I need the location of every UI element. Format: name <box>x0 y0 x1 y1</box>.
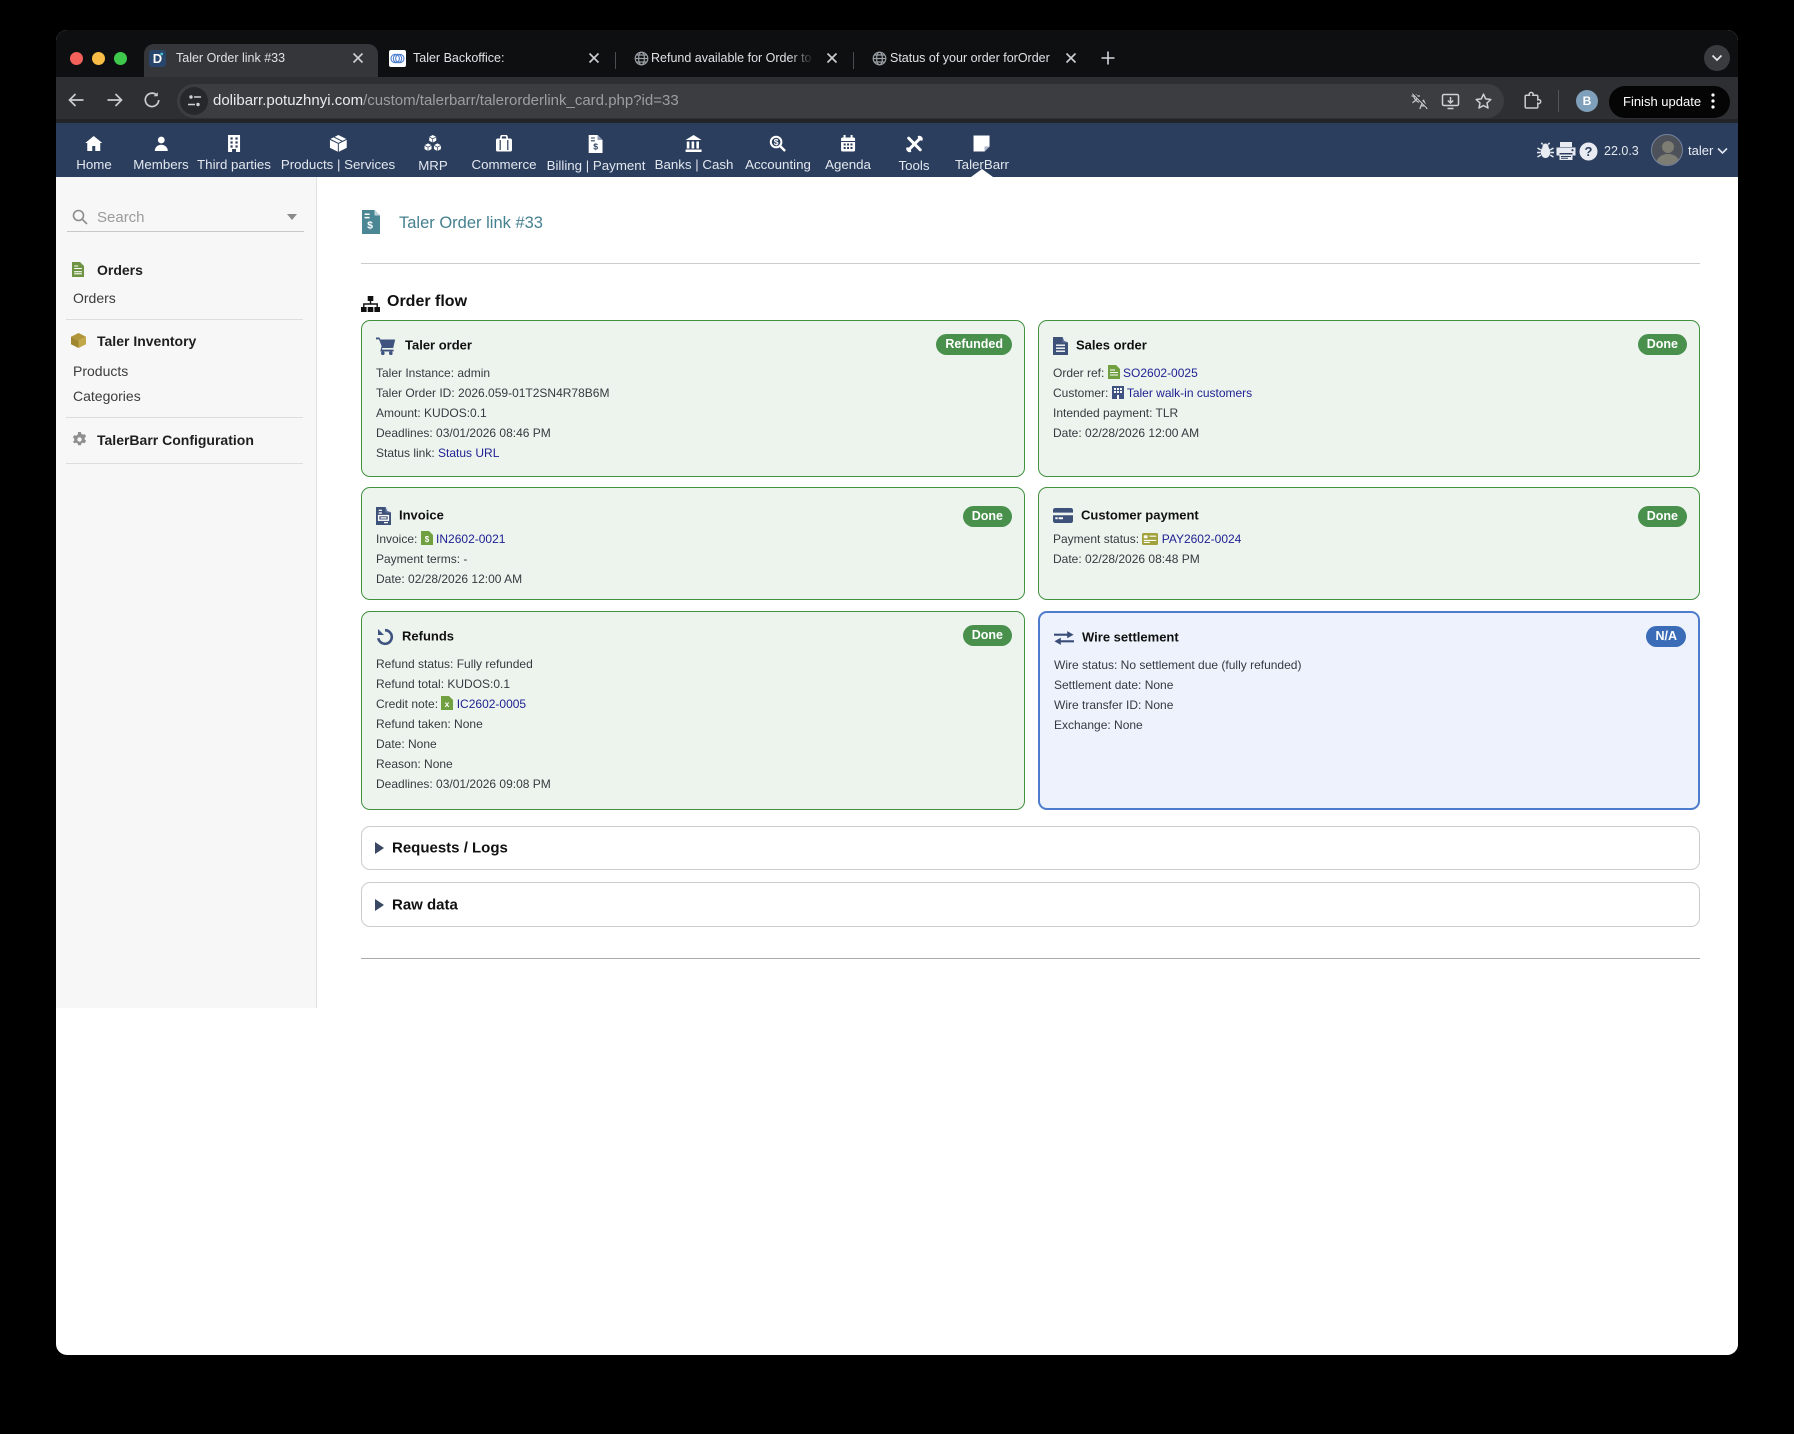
svg-text:x: x <box>445 699 450 709</box>
svg-text:$: $ <box>774 137 779 147</box>
svg-text:$: $ <box>424 535 429 544</box>
svg-text:$: $ <box>594 142 599 152</box>
svg-text:?: ? <box>1585 144 1593 159</box>
